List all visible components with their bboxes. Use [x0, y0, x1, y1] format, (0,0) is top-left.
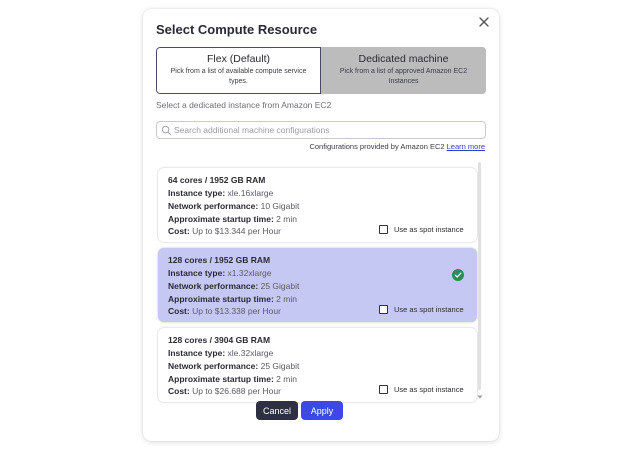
network-row: Network performance: 10 Gigabit	[168, 201, 300, 211]
scroll-thumb[interactable]	[478, 162, 481, 390]
apply-button[interactable]: Apply	[301, 401, 343, 420]
instance-card-selected[interactable]: 128 cores / 1952 GB RAM Instance type: x…	[158, 248, 477, 322]
spot-checkbox[interactable]: Use as spot instance	[379, 385, 464, 394]
spot-checkbox[interactable]: Use as spot instance	[379, 225, 464, 234]
instance-subtitle: Select a dedicated instance from Amazon …	[156, 100, 332, 110]
checkbox[interactable]	[379, 385, 388, 394]
spot-checkbox[interactable]: Use as spot instance	[379, 305, 464, 314]
toggle-flex-title: Flex (Default)	[206, 53, 270, 65]
close-icon[interactable]	[477, 15, 491, 29]
cancel-button[interactable]: Cancel	[256, 401, 298, 420]
scroll-down-arrow-icon[interactable]	[477, 394, 483, 400]
search-icon	[161, 125, 172, 136]
startup-row: Approximate startup time: 2 min	[168, 374, 297, 384]
instance-list: 64 cores / 1952 GB RAM Instance type: xl…	[156, 165, 483, 405]
provided-by-text: Configurations provided by Amazon EC2	[309, 142, 445, 151]
toggle-dedicated-description: Pick from a list of approved Amazon EC2 …	[339, 68, 468, 85]
toggle-flex[interactable]: Flex (Default) Pick from a list of avail…	[156, 47, 321, 94]
startup-row: Approximate startup time: 2 min	[168, 214, 297, 224]
mode-toggle: Flex (Default) Pick from a list of avail…	[156, 47, 486, 94]
provided-by: Configurations provided by Amazon EC2 Le…	[309, 142, 485, 151]
toggle-dedicated[interactable]: Dedicated machine Pick from a list of ap…	[321, 47, 486, 94]
instance-card[interactable]: 64 cores / 1952 GB RAM Instance type: xl…	[158, 168, 477, 242]
learn-more-link[interactable]: Learn more	[447, 142, 485, 151]
cost-row: Cost: Up to $13.338 per Hour	[168, 306, 281, 316]
spot-label: Use as spot instance	[394, 225, 464, 234]
checkbox[interactable]	[379, 225, 388, 234]
spot-label: Use as spot instance	[394, 385, 464, 394]
cost-row: Cost: Up to $13.344 per Hour	[168, 226, 281, 236]
cost-row: Cost: Up to $26.688 per Hour	[168, 386, 281, 396]
instance-title: 128 cores / 3904 GB RAM	[168, 335, 271, 345]
check-circle-icon	[452, 269, 464, 281]
toggle-flex-description: Pick from a list of available compute se…	[170, 68, 307, 85]
instance-title: 128 cores / 1952 GB RAM	[168, 255, 271, 265]
dialog-title: Select Compute Resource	[156, 22, 318, 37]
checkbox[interactable]	[379, 305, 388, 314]
toggle-dedicated-title: Dedicated machine	[358, 53, 449, 65]
instance-title: 64 cores / 1952 GB RAM	[168, 175, 266, 185]
instance-type-row: Instance type: xle.16xlarge	[168, 188, 274, 198]
instance-type-row: Instance type: x1.32xlarge	[168, 268, 272, 278]
list-scrollbar[interactable]	[477, 162, 484, 402]
startup-row: Approximate startup time: 2 min	[168, 294, 297, 304]
network-row: Network performance: 25 Gigabit	[168, 361, 300, 371]
spot-label: Use as spot instance	[394, 305, 464, 314]
search-box	[156, 121, 486, 139]
instance-card[interactable]: 128 cores / 3904 GB RAM Instance type: x…	[158, 328, 477, 402]
instance-type-row: Instance type: xle.32xlarge	[168, 348, 274, 358]
search-input[interactable]	[174, 123, 474, 137]
network-row: Network performance: 25 Gigabit	[168, 281, 300, 291]
